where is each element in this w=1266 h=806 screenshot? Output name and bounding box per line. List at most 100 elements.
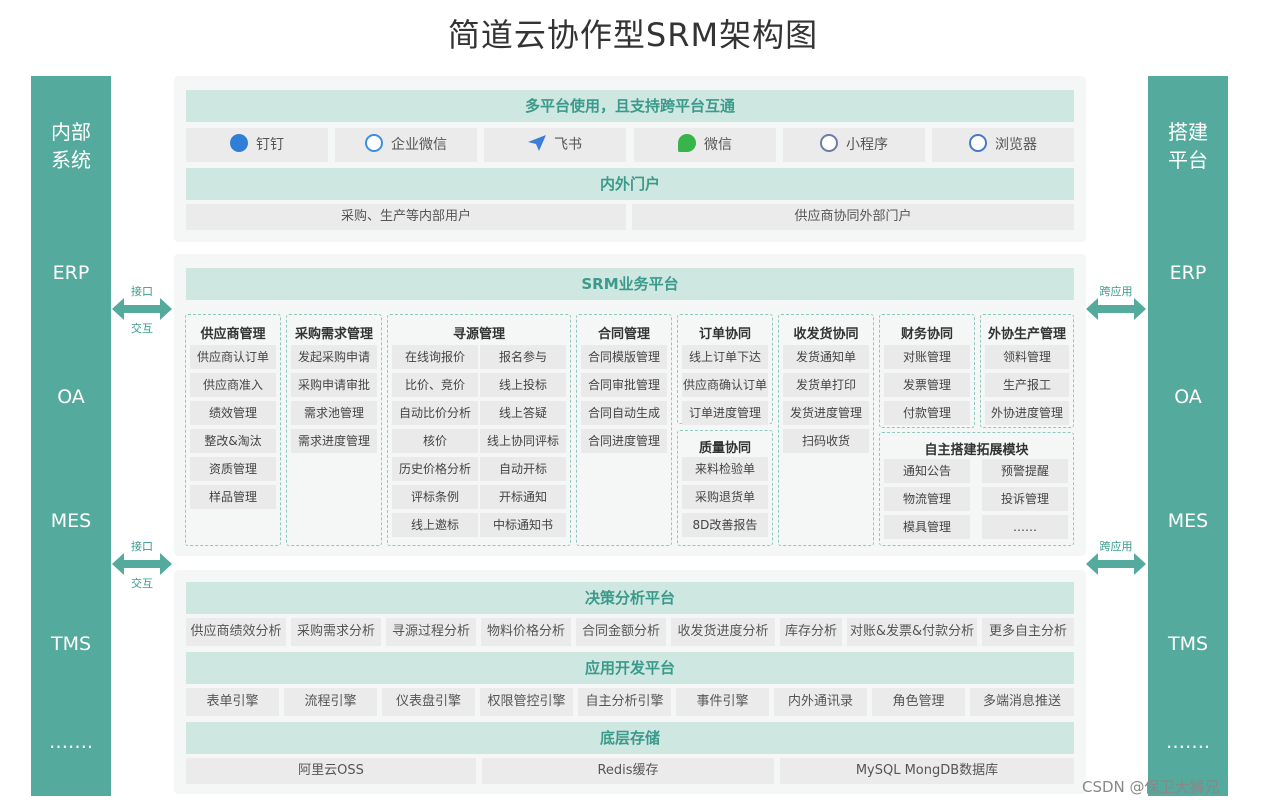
left-arrow-label-bottom: 交互: [131, 322, 153, 335]
module-title: 质量协同: [698, 441, 751, 456]
left-sidebar-item: …….: [48, 731, 94, 753]
module-item: 合同进度管理: [581, 429, 667, 453]
module-item: 样品管理: [190, 485, 276, 509]
module-order: 订单协同 线上订单下达 供应商确认订单 订单进度管理: [677, 314, 773, 425]
module-finance: 财务协同 对账管理 发票管理 付款管理: [879, 314, 975, 428]
double-arrow-icon: [112, 298, 172, 320]
module-item: 线上投标: [480, 373, 566, 397]
miniprogram-icon: [820, 134, 838, 152]
module-title: 合同管理: [597, 327, 650, 342]
right-sidebar-item: MES: [1167, 510, 1209, 532]
dev-item: 自主分析引擎: [578, 688, 671, 716]
module-item: 通知公告: [884, 459, 970, 483]
portal-internal: 采购、生产等内部用户: [186, 204, 626, 230]
storage-item: Redis缓存: [482, 758, 774, 784]
module-item: 比价、竞价: [392, 373, 478, 397]
left-sidebar-item: TMS: [50, 633, 92, 655]
platform-label: 小程序: [846, 137, 888, 153]
dev-item: 内外通讯录: [774, 688, 867, 716]
module-item: 对账管理: [884, 345, 970, 369]
platform-dingtalk: 钉钉: [186, 128, 328, 162]
double-arrow-icon: [1086, 553, 1146, 575]
module-item: 评标条例: [392, 485, 478, 509]
decision-item: 收发货进度分析: [671, 618, 775, 646]
module-title: 采购需求管理: [294, 327, 373, 342]
left-sidebar-internal-systems: 内部 系统 ERP OA MES TMS …….: [31, 76, 111, 796]
module-item: 付款管理: [884, 401, 970, 425]
module-item: 需求进度管理: [291, 429, 377, 453]
double-arrow-icon: [1086, 298, 1146, 320]
left-sidebar-title-line1: 内部: [51, 120, 91, 144]
module-item: 整改&淘汰: [190, 429, 276, 453]
module-item: 历史价格分析: [392, 457, 478, 481]
dev-item: 仪表盘引擎: [382, 688, 475, 716]
dev-item: 表单引擎: [186, 688, 279, 716]
module-item: 外协进度管理: [985, 401, 1069, 425]
module-item: 订单进度管理: [682, 401, 768, 425]
portal-title: 内外门户: [186, 168, 1074, 200]
module-item: 在线询报价: [392, 345, 478, 369]
module-item: 预警提醒: [982, 459, 1068, 483]
decision-item: 更多自主分析: [982, 618, 1074, 646]
decision-title: 决策分析平台: [186, 582, 1074, 614]
module-item: 中标通知书: [480, 513, 566, 537]
left-sidebar-item: ERP: [52, 262, 90, 284]
module-demand: 采购需求管理 发起采购申请 采购申请审批 需求池管理 需求进度管理: [286, 314, 382, 546]
left-sidebar-title: 内部 系统: [31, 118, 111, 174]
module-item: 线上答疑: [480, 401, 566, 425]
dev-item: 权限管控引擎: [480, 688, 573, 716]
module-item: 供应商认订单: [190, 345, 276, 369]
right-sidebar-title-line2: 平台: [1168, 148, 1208, 172]
platform-miniprogram: 小程序: [783, 128, 925, 162]
platform-label: 飞书: [554, 137, 582, 153]
module-item: 绩效管理: [190, 401, 276, 425]
top-panel: 多平台使用，且支持跨平台互通 钉钉 企业微信 飞书 微信 小程序 浏览器 内外门…: [174, 76, 1086, 242]
module-item: 线上协同评标: [480, 429, 566, 453]
platform-label: 微信: [704, 137, 732, 153]
module-item: 合同模版管理: [581, 345, 667, 369]
left-sidebar-item: MES: [50, 510, 92, 532]
srm-title: SRM业务平台: [186, 268, 1074, 300]
platform-feishu: 飞书: [484, 128, 626, 162]
browser-icon: [969, 134, 987, 152]
left-sidebar-title-line2: 系统: [51, 148, 91, 172]
module-item: 投诉管理: [982, 487, 1068, 511]
right-sidebar-item: OA: [1174, 386, 1202, 408]
module-title: 财务协同: [900, 327, 953, 342]
multi-platform-title: 多平台使用，且支持跨平台互通: [186, 90, 1074, 122]
module-item: 发货通知单: [783, 345, 869, 369]
feishu-icon: [528, 135, 546, 151]
module-item: 自动开标: [480, 457, 566, 481]
module-outsource: 外协生产管理 领料管理 生产报工 外协进度管理: [980, 314, 1074, 428]
module-item: 合同自动生成: [581, 401, 667, 425]
right-sidebar-item: TMS: [1167, 633, 1209, 655]
right-sidebar-title-line1: 搭建: [1168, 120, 1208, 144]
module-item: 物流管理: [884, 487, 970, 511]
wechat-icon: [678, 134, 696, 152]
module-item: 领料管理: [985, 345, 1069, 369]
module-sourcing: 寻源管理 在线询报价 报名参与 比价、竞价 线上投标 自动比价分析 线上答疑 核…: [387, 314, 571, 546]
platform-label: 浏览器: [995, 137, 1037, 153]
storage-item: 阿里云OSS: [186, 758, 476, 784]
storage-item: MySQL MongDB数据库: [780, 758, 1074, 784]
platform-label: 钉钉: [256, 137, 284, 153]
module-title: 订单协同: [698, 327, 751, 342]
module-item: 开标通知: [480, 485, 566, 509]
module-item: 模具管理: [884, 515, 970, 539]
module-title: 自主搭建拓展模块: [924, 443, 1029, 458]
module-item: 扫码收货: [783, 429, 869, 453]
module-item: 线上邀标: [392, 513, 478, 537]
watermark: CSDN @保卫大狮兄: [1082, 778, 1220, 796]
module-item: 采购申请审批: [291, 373, 377, 397]
right-sidebar-item: …….: [1165, 731, 1211, 753]
module-item: 采购退货单: [682, 485, 768, 509]
decision-item: 合同金额分析: [576, 618, 666, 646]
storage-title: 底层存储: [186, 722, 1074, 754]
module-item: 报名参与: [480, 345, 566, 369]
decision-item: 对账&发票&付款分析: [847, 618, 977, 646]
module-title: 外协生产管理: [987, 327, 1066, 342]
decision-item: 采购需求分析: [291, 618, 381, 646]
right-sidebar-build-platform: 搭建 平台 ERP OA MES TMS …….: [1148, 76, 1228, 796]
double-arrow-icon: [112, 553, 172, 575]
wecom-icon: [365, 134, 383, 152]
